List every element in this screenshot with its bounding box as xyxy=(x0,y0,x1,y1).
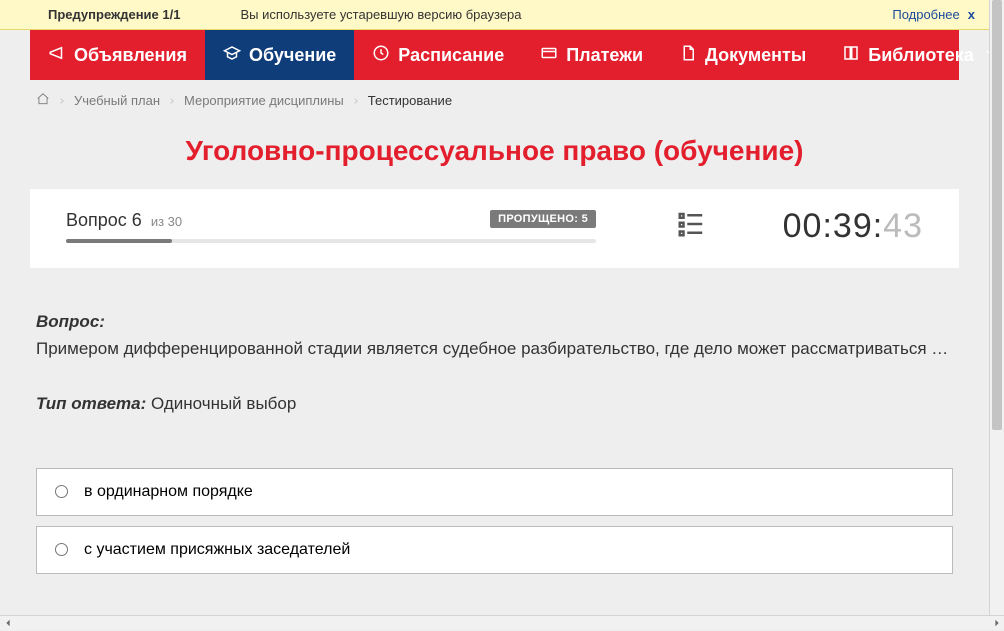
horizontal-scrollbar[interactable] xyxy=(0,615,1004,630)
nav-education[interactable]: Обучение xyxy=(205,30,354,80)
answers-list: в ординарном порядке с участием присяжны… xyxy=(0,468,989,574)
nav-label: Платежи xyxy=(566,45,643,66)
question-label: Вопрос: xyxy=(36,312,105,331)
answer-option[interactable]: с участием присяжных заседателей xyxy=(36,526,953,574)
question-number: Вопрос 6 из 30 xyxy=(66,210,182,230)
chevron-right-icon xyxy=(58,93,66,108)
nav-label: Обучение xyxy=(249,45,336,66)
home-icon[interactable] xyxy=(36,92,50,109)
chevron-right-icon xyxy=(168,93,176,108)
nav-announcements[interactable]: Объявления xyxy=(30,30,205,80)
answer-type-value: Одиночный выбор xyxy=(146,394,296,413)
progress-bar xyxy=(66,239,596,243)
scroll-right-arrow[interactable] xyxy=(989,616,1004,631)
card-icon xyxy=(540,44,558,67)
vertical-scrollbar[interactable] xyxy=(989,0,1004,615)
breadcrumb-item[interactable]: Учебный план xyxy=(74,93,160,108)
answer-radio[interactable] xyxy=(55,485,68,498)
warning-title: Предупреждение 1/1 xyxy=(48,7,180,22)
graduation-cap-icon xyxy=(223,44,241,67)
nav-label: Документы xyxy=(705,45,806,66)
warning-more-link[interactable]: Подробнее xyxy=(892,7,959,22)
answer-option[interactable]: в ординарном порядке xyxy=(36,468,953,516)
answer-text: с участием присяжных заседателей xyxy=(84,541,350,559)
book-icon xyxy=(842,44,860,67)
answer-text: в ординарном порядке xyxy=(84,483,253,501)
warning-bar: Предупреждение 1/1 Вы используете устаре… xyxy=(0,0,989,30)
scroll-left-arrow[interactable] xyxy=(0,616,15,631)
question-body: Вопрос: Примером дифференцированной стад… xyxy=(0,268,989,418)
megaphone-icon xyxy=(48,44,66,67)
clock-icon xyxy=(372,44,390,67)
scrollbar-thumb[interactable] xyxy=(992,0,1002,430)
nav-label: Расписание xyxy=(398,45,504,66)
document-icon xyxy=(679,44,697,67)
warning-close-button[interactable]: x xyxy=(968,7,975,22)
chevron-right-icon xyxy=(352,93,360,108)
answer-type-label: Тип ответа: xyxy=(36,394,146,413)
nav-schedule[interactable]: Расписание xyxy=(354,30,522,80)
timer: 00:39:43 xyxy=(783,207,923,246)
question-list-button[interactable] xyxy=(676,209,706,244)
nav-label: Библиотека xyxy=(868,45,974,66)
nav-payments[interactable]: Платежи xyxy=(522,30,661,80)
skipped-badge: ПРОПУЩЕНО: 5 xyxy=(490,210,596,228)
page-title: Уголовно-процессуальное право (обучение) xyxy=(0,117,989,189)
answer-radio[interactable] xyxy=(55,543,68,556)
question-panel: ПРОПУЩЕНО: 5 Вопрос 6 из 30 00:39:43 xyxy=(30,189,959,268)
warning-text: Вы используете устаревшую версию браузер… xyxy=(240,7,521,22)
nav-label: Объявления xyxy=(74,45,187,66)
question-text: Примером дифференцированной стадии являе… xyxy=(36,339,948,358)
breadcrumb: Учебный план Мероприятие дисциплины Тест… xyxy=(0,80,989,117)
main-nav: Объявления Обучение Расписание Платежи Д… xyxy=(30,30,959,80)
nav-documents[interactable]: Документы xyxy=(661,30,824,80)
chevron-down-icon xyxy=(982,44,989,67)
breadcrumb-item-current: Тестирование xyxy=(368,93,452,108)
progress-fill xyxy=(66,239,172,243)
breadcrumb-item[interactable]: Мероприятие дисциплины xyxy=(184,93,344,108)
nav-library[interactable]: Библиотека xyxy=(824,30,989,80)
